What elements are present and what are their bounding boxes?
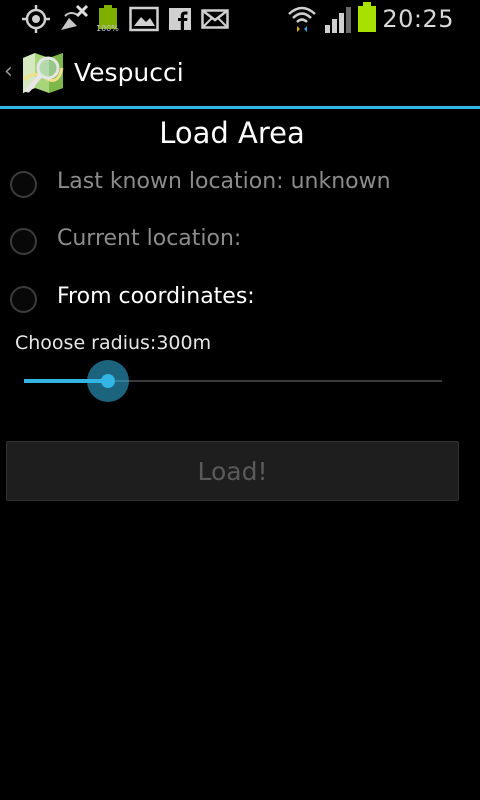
radio-button[interactable] — [10, 286, 37, 313]
option-label: Last known location: unknown — [57, 169, 391, 194]
gps-icon — [20, 4, 52, 34]
dialog-title: Load Area — [159, 116, 305, 150]
option-label: From coordinates: — [57, 284, 255, 309]
up-caret-icon[interactable]: ‹ — [4, 59, 13, 84]
action-bar-divider — [0, 106, 480, 109]
radio-button[interactable] — [10, 171, 37, 198]
option-current-location[interactable]: Current location: — [0, 216, 480, 266]
satellite-off-icon — [56, 4, 90, 34]
option-label: Current location: — [57, 226, 242, 251]
option-from-coordinates[interactable]: From coordinates: — [0, 274, 480, 324]
battery-charging-icon — [356, 2, 378, 32]
app-title: Vespucci — [74, 58, 184, 87]
wifi-icon — [286, 4, 318, 34]
radius-slider[interactable] — [24, 360, 442, 402]
action-bar: ‹ Vespucci — [0, 38, 480, 106]
radio-button[interactable] — [10, 228, 37, 255]
slider-thumb[interactable] — [101, 374, 115, 388]
status-bar: 100% 20:25 — [0, 0, 480, 38]
signal-icon — [322, 4, 354, 34]
app-logo-icon[interactable] — [20, 50, 66, 96]
radius-label: Choose radius:300m — [15, 332, 212, 354]
email-icon — [200, 4, 230, 34]
option-last-known-location[interactable]: Last known location: unknown — [0, 159, 480, 209]
facebook-icon — [168, 4, 192, 34]
status-time: 20:25 — [382, 5, 454, 33]
gallery-icon — [128, 4, 160, 34]
load-button[interactable]: Load! — [6, 441, 459, 501]
battery-percent-label: 100% — [96, 24, 119, 33]
